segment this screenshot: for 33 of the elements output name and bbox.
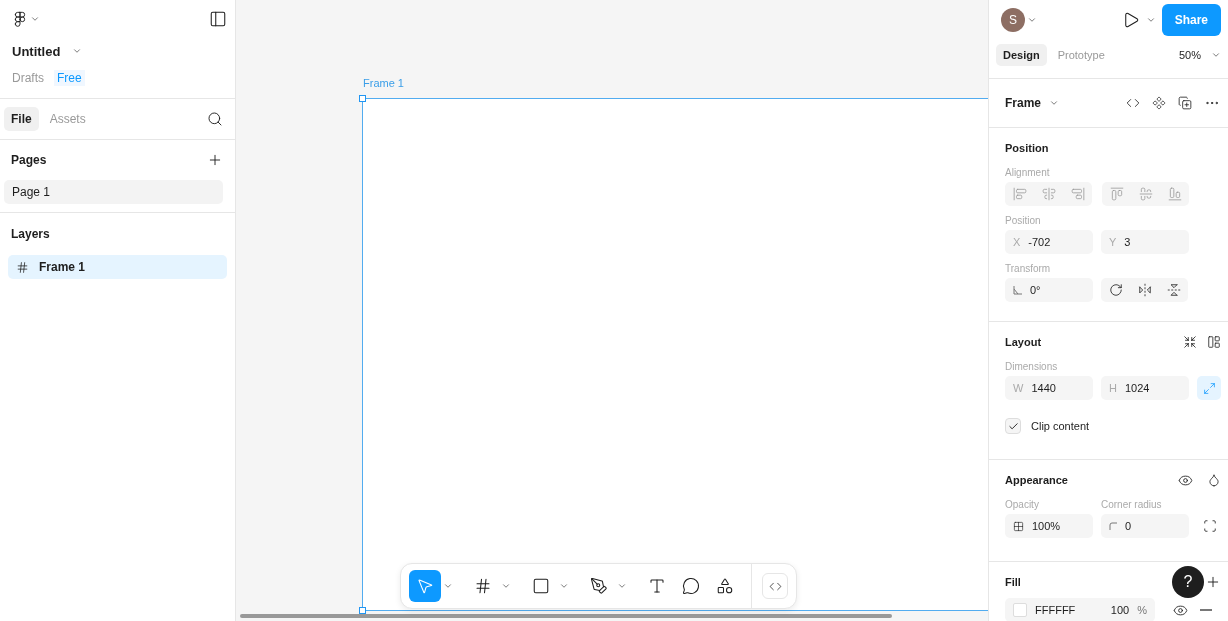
section-title: Pages	[11, 153, 47, 167]
field-label: Position	[1005, 213, 1042, 228]
field-label: Transform	[1005, 261, 1052, 276]
frame-label: Frame 1	[363, 77, 404, 89]
x-field[interactable]: X -702	[1005, 230, 1093, 254]
field-label: Dimensions	[1005, 359, 1059, 374]
section-title: Layers	[11, 227, 50, 241]
field-label: Alignment	[1005, 165, 1051, 180]
location-text: Drafts	[12, 71, 44, 85]
file-name: Untitled	[12, 43, 61, 59]
section-title: Layout	[1005, 336, 1042, 348]
page-item[interactable]: Page 1	[4, 180, 223, 204]
section-title: Fill	[1005, 576, 1021, 588]
selection-type[interactable]: Frame	[1005, 96, 1042, 110]
panel-tab[interactable]: Design	[996, 44, 1047, 66]
field-label: Corner radius	[1101, 497, 1162, 512]
layer-item[interactable]: Frame 1	[8, 255, 227, 279]
checkbox-label: Clip content	[1031, 420, 1090, 432]
help-button[interactable]: ?	[1172, 566, 1204, 598]
radius-field[interactable]: 0	[1101, 514, 1189, 538]
width-field[interactable]: W 1440	[1005, 376, 1093, 400]
fill-field[interactable]: FFFFFF 100 %	[1005, 598, 1155, 621]
height-field[interactable]: H 1024	[1101, 376, 1189, 400]
opacity-field[interactable]: 100%	[1005, 514, 1093, 538]
field-label: Opacity	[1005, 497, 1040, 512]
plan-badge: Free	[54, 70, 85, 86]
panel-tab[interactable]: File	[4, 107, 39, 131]
section-title: Position	[1005, 142, 1049, 154]
section-title: Appearance	[1005, 474, 1068, 486]
y-field[interactable]: Y 3	[1101, 230, 1189, 254]
user-avatar: S	[1001, 8, 1025, 32]
rotation-field[interactable]: 0°	[1005, 278, 1093, 302]
zoom-level[interactable]: 50%	[1178, 49, 1201, 61]
